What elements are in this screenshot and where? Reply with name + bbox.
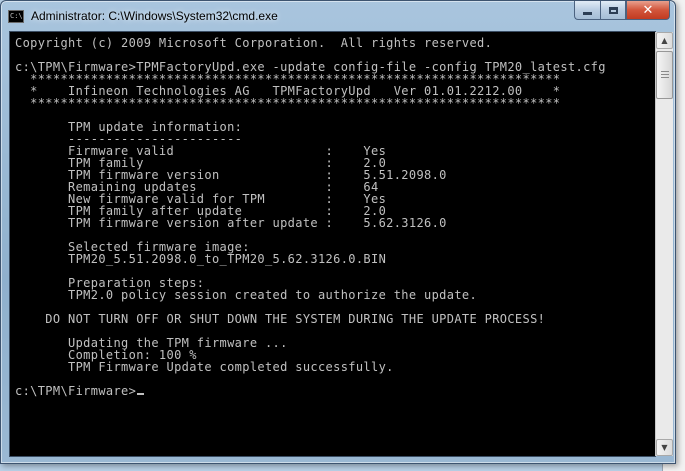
console-line: DO NOT TURN OFF OR SHUT DOWN THE SYSTEM …: [15, 312, 546, 326]
vertical-scrollbar[interactable]: ▲ ▼: [655, 32, 673, 456]
console-line: TPM2.0 policy session created to authori…: [15, 288, 478, 302]
scroll-up-arrow-icon: ▲: [661, 36, 668, 45]
window-controls: ✕: [574, 1, 670, 21]
minimize-icon: [583, 11, 592, 15]
close-icon: ✕: [642, 2, 654, 18]
text-cursor: [137, 393, 145, 395]
scroll-thumb[interactable]: [656, 51, 673, 99]
close-button[interactable]: ✕: [626, 1, 670, 20]
console-line: Copyright (c) 2009 Microsoft Corporation…: [15, 36, 493, 50]
title-bar[interactable]: C:\ Administrator: C:\Windows\System32\c…: [1, 1, 675, 31]
console-line: TPM Firmware Update completed successful…: [15, 360, 394, 374]
console-line: ****************************************…: [15, 96, 561, 110]
console-line: TPM firmware version after update : 5.62…: [15, 216, 447, 230]
console-output[interactable]: Copyright (c) 2009 Microsoft Corporation…: [9, 31, 656, 457]
window-title: Administrator: C:\Windows\System32\cmd.e…: [31, 9, 278, 23]
minimize-button[interactable]: [574, 1, 600, 20]
scroll-up-button[interactable]: ▲: [656, 32, 673, 49]
console-line: c:\TPM\Firmware>: [15, 385, 655, 397]
maximize-button[interactable]: [600, 1, 626, 20]
console-text: Copyright (c) 2009 Microsoft Corporation…: [10, 32, 655, 397]
console-line: TPM20_5.51.2098.0_to_TPM20_5.62.3126.0.B…: [15, 252, 387, 266]
scroll-down-arrow-icon: ▼: [661, 443, 668, 452]
cmd-icon[interactable]: C:\: [8, 10, 24, 23]
cmd-window: C:\ Administrator: C:\Windows\System32\c…: [0, 0, 676, 464]
maximize-icon: [608, 6, 618, 14]
scroll-down-button[interactable]: ▼: [656, 439, 673, 456]
